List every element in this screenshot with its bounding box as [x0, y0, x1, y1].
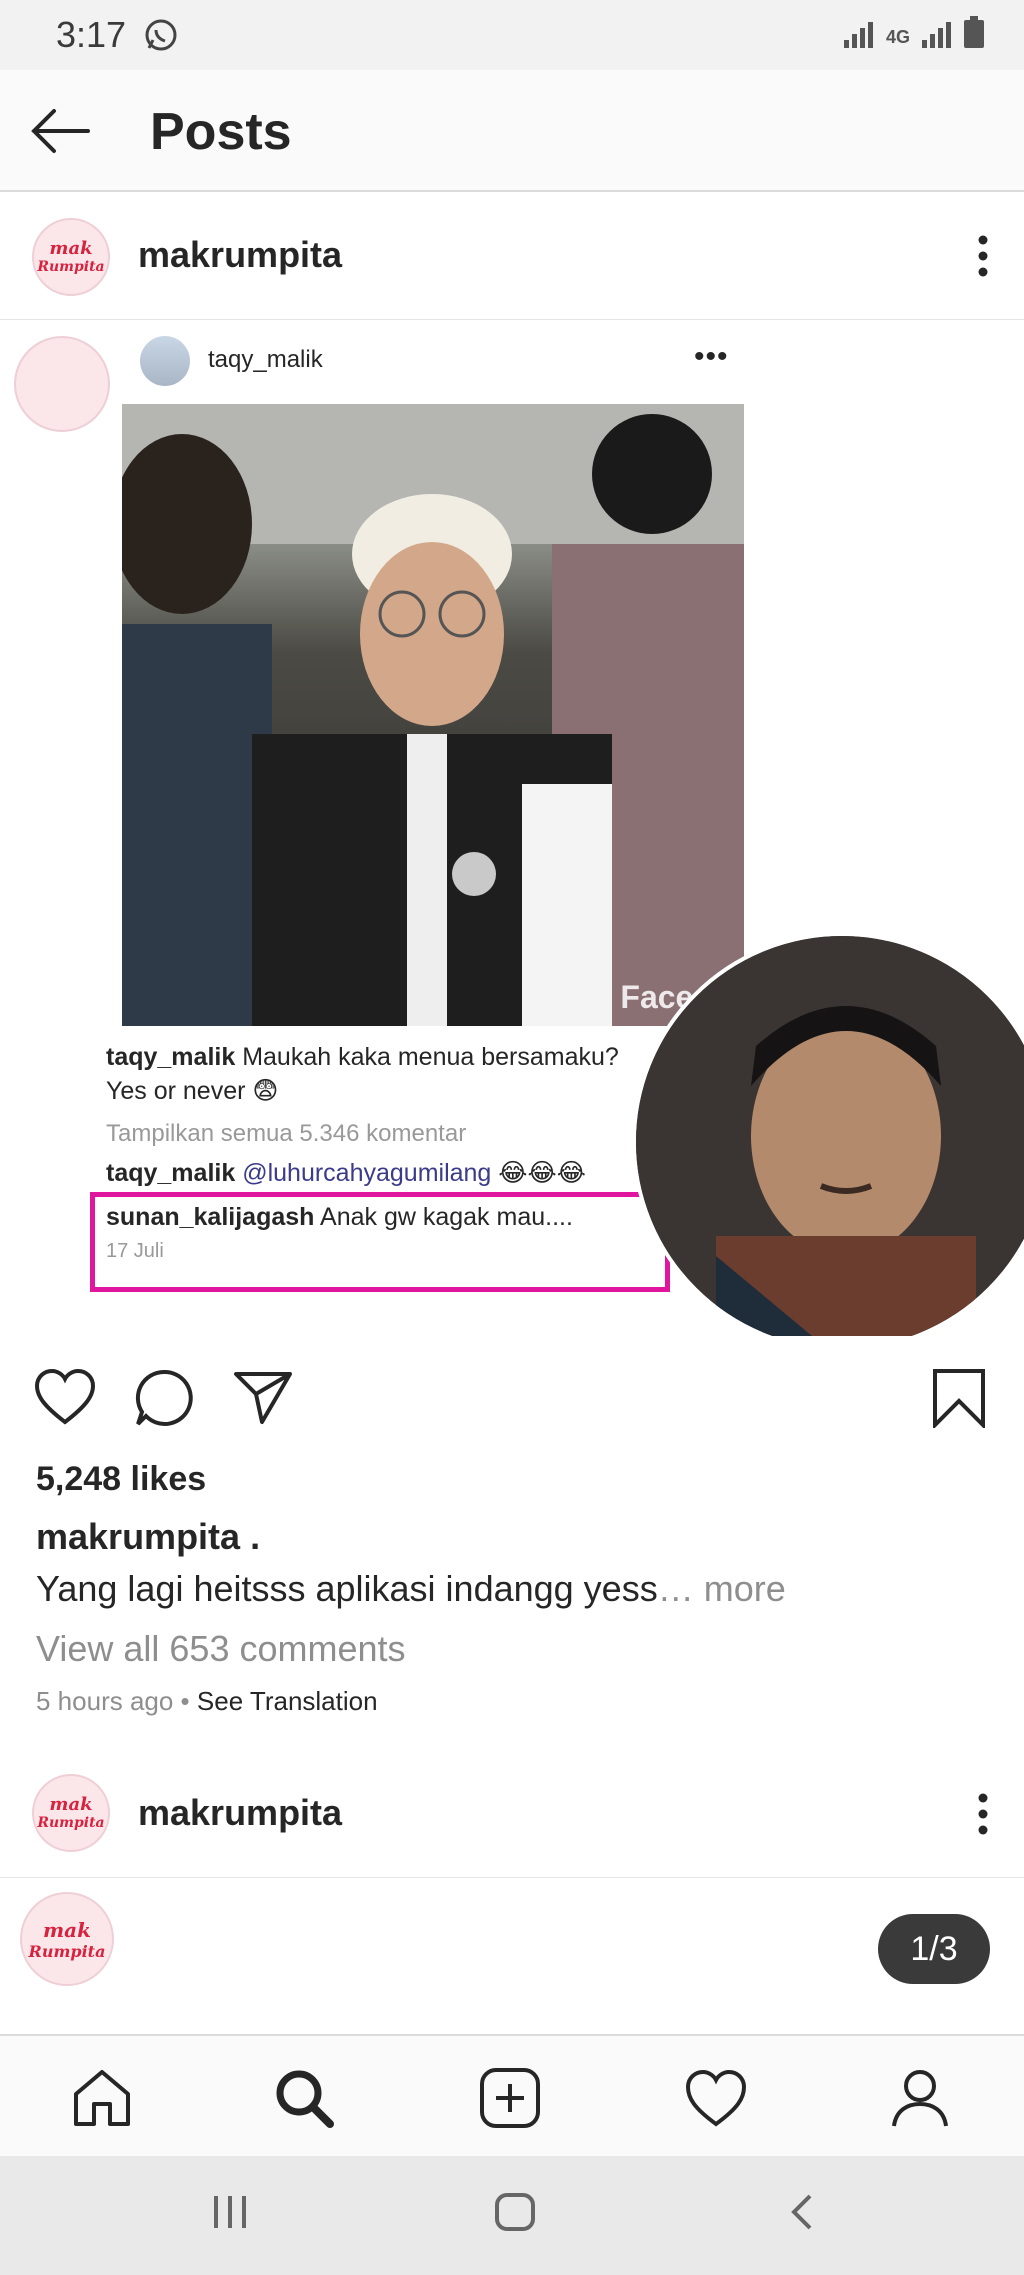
status-icons: 4G: [843, 16, 984, 48]
post-header: mak Rumpita makrumpita: [0, 194, 1024, 320]
signal-icon: [843, 22, 873, 48]
reply-emoji: 😂😂😂: [498, 1159, 586, 1187]
signal-icon-2: [922, 22, 951, 48]
source-more-icon: •••: [694, 340, 729, 373]
next-post-header: mak Rumpita makrumpita: [0, 1752, 1024, 1878]
source-caption-user: taqy_malik: [106, 1043, 236, 1071]
more-options-icon[interactable]: [976, 234, 990, 283]
source-photo: FaceAp: [122, 404, 744, 1026]
avatar-text-rumpita: Rumpita: [37, 259, 105, 275]
reply-mention: @luhurcahyagumilang: [242, 1159, 492, 1187]
caption-text: Yang lagi heitsss aplikasi indangg yess……: [36, 1568, 786, 1610]
battery-icon: [964, 16, 984, 48]
profile-icon[interactable]: [888, 2066, 952, 2130]
page-title: Posts: [150, 103, 292, 161]
caption-username[interactable]: makrumpita .: [36, 1516, 260, 1558]
app-header: Posts: [0, 70, 1024, 192]
status-time: 3:17: [56, 14, 127, 55]
status-bar: 3:17 4G: [0, 0, 1024, 70]
see-translation-link[interactable]: See Translation: [197, 1686, 378, 1716]
reply-user: taqy_malik: [106, 1159, 236, 1187]
post-time-ago: 5 hours ago: [36, 1686, 174, 1716]
next-media-text-rumpita: Rumpita: [28, 1942, 106, 1961]
caption-body: Yang lagi heitsss aplikasi indangg yess: [36, 1568, 658, 1609]
photo-illustration: [122, 404, 744, 1026]
next-avatar-text-mak: mak: [49, 1794, 93, 1815]
recent-apps-icon[interactable]: [210, 2192, 250, 2237]
post-username[interactable]: makrumpita: [138, 234, 342, 276]
like-heart-icon[interactable]: [34, 1368, 96, 1431]
likes-count[interactable]: 5,248 likes: [36, 1460, 206, 1499]
source-caption-line2: Yes or never 😨: [106, 1077, 279, 1105]
avatar[interactable]: mak Rumpita: [32, 218, 110, 296]
next-post-avatar[interactable]: mak Rumpita: [32, 1774, 110, 1852]
post-actions: [0, 1368, 1024, 1432]
back-arrow-icon[interactable]: [28, 106, 92, 161]
view-all-comments-link[interactable]: View all 653 comments: [36, 1628, 406, 1670]
caption-more-link[interactable]: … more: [658, 1568, 786, 1609]
highlighted-date: 17 Juli: [106, 1240, 164, 1262]
new-post-icon[interactable]: [478, 2066, 542, 2130]
show-all-comments: Tampilkan semua 5.346 komentar: [106, 1120, 467, 1147]
avatar-text-mak: mak: [49, 238, 93, 259]
highlighted-comment: sunan_kalijagash Anak gw kagak mau....: [106, 1200, 573, 1234]
network-type: 4G: [885, 27, 910, 47]
whatsapp-notification-icon: [144, 18, 178, 57]
highlighted-user: sunan_kalijagash: [106, 1203, 315, 1231]
post-image[interactable]: taqy_malik ••• FaceAp taqy_malik Maukah …: [0, 320, 1024, 1336]
next-avatar-text-rumpita: Rumpita: [37, 1815, 105, 1831]
carousel-page-indicator: 1/3: [878, 1914, 990, 1984]
bookmark-icon[interactable]: [932, 1368, 986, 1433]
reply-comment: taqy_malik @luhurcahyagumilang 😂😂😂: [106, 1156, 586, 1190]
source-username: taqy_malik: [208, 346, 323, 373]
home-icon[interactable]: [70, 2066, 134, 2130]
meta-separator: •: [173, 1686, 197, 1716]
next-more-options-icon[interactable]: [976, 1792, 990, 1841]
inset-portrait-illustration: [636, 936, 1024, 1336]
source-user-avatar: [140, 336, 190, 386]
back-system-icon[interactable]: [786, 2192, 816, 2237]
search-icon[interactable]: [272, 2066, 336, 2130]
activity-heart-icon[interactable]: [684, 2066, 748, 2130]
next-post-username[interactable]: makrumpita: [138, 1792, 342, 1834]
next-media-brand-avatar: mak Rumpita: [20, 1892, 114, 1986]
comment-icon[interactable]: [134, 1368, 194, 1433]
bottom-nav: [0, 2034, 1024, 2156]
highlighted-text: Anak gw kagak mau....: [320, 1203, 573, 1231]
next-media-text-mak: mak: [43, 1918, 91, 1942]
system-nav-bar: [0, 2156, 1024, 2275]
home-system-icon[interactable]: [494, 2192, 536, 2237]
next-post-media[interactable]: mak Rumpita: [0, 1878, 1024, 2038]
source-caption-line1: Maukah kaka menua bersamaku?: [242, 1043, 619, 1071]
inner-brand-avatar: [14, 336, 110, 432]
post-meta: 5 hours ago • See Translation: [36, 1686, 378, 1717]
source-caption: taqy_malik Maukah kaka menua bersamaku? …: [106, 1040, 619, 1108]
share-icon[interactable]: [232, 1368, 294, 1431]
